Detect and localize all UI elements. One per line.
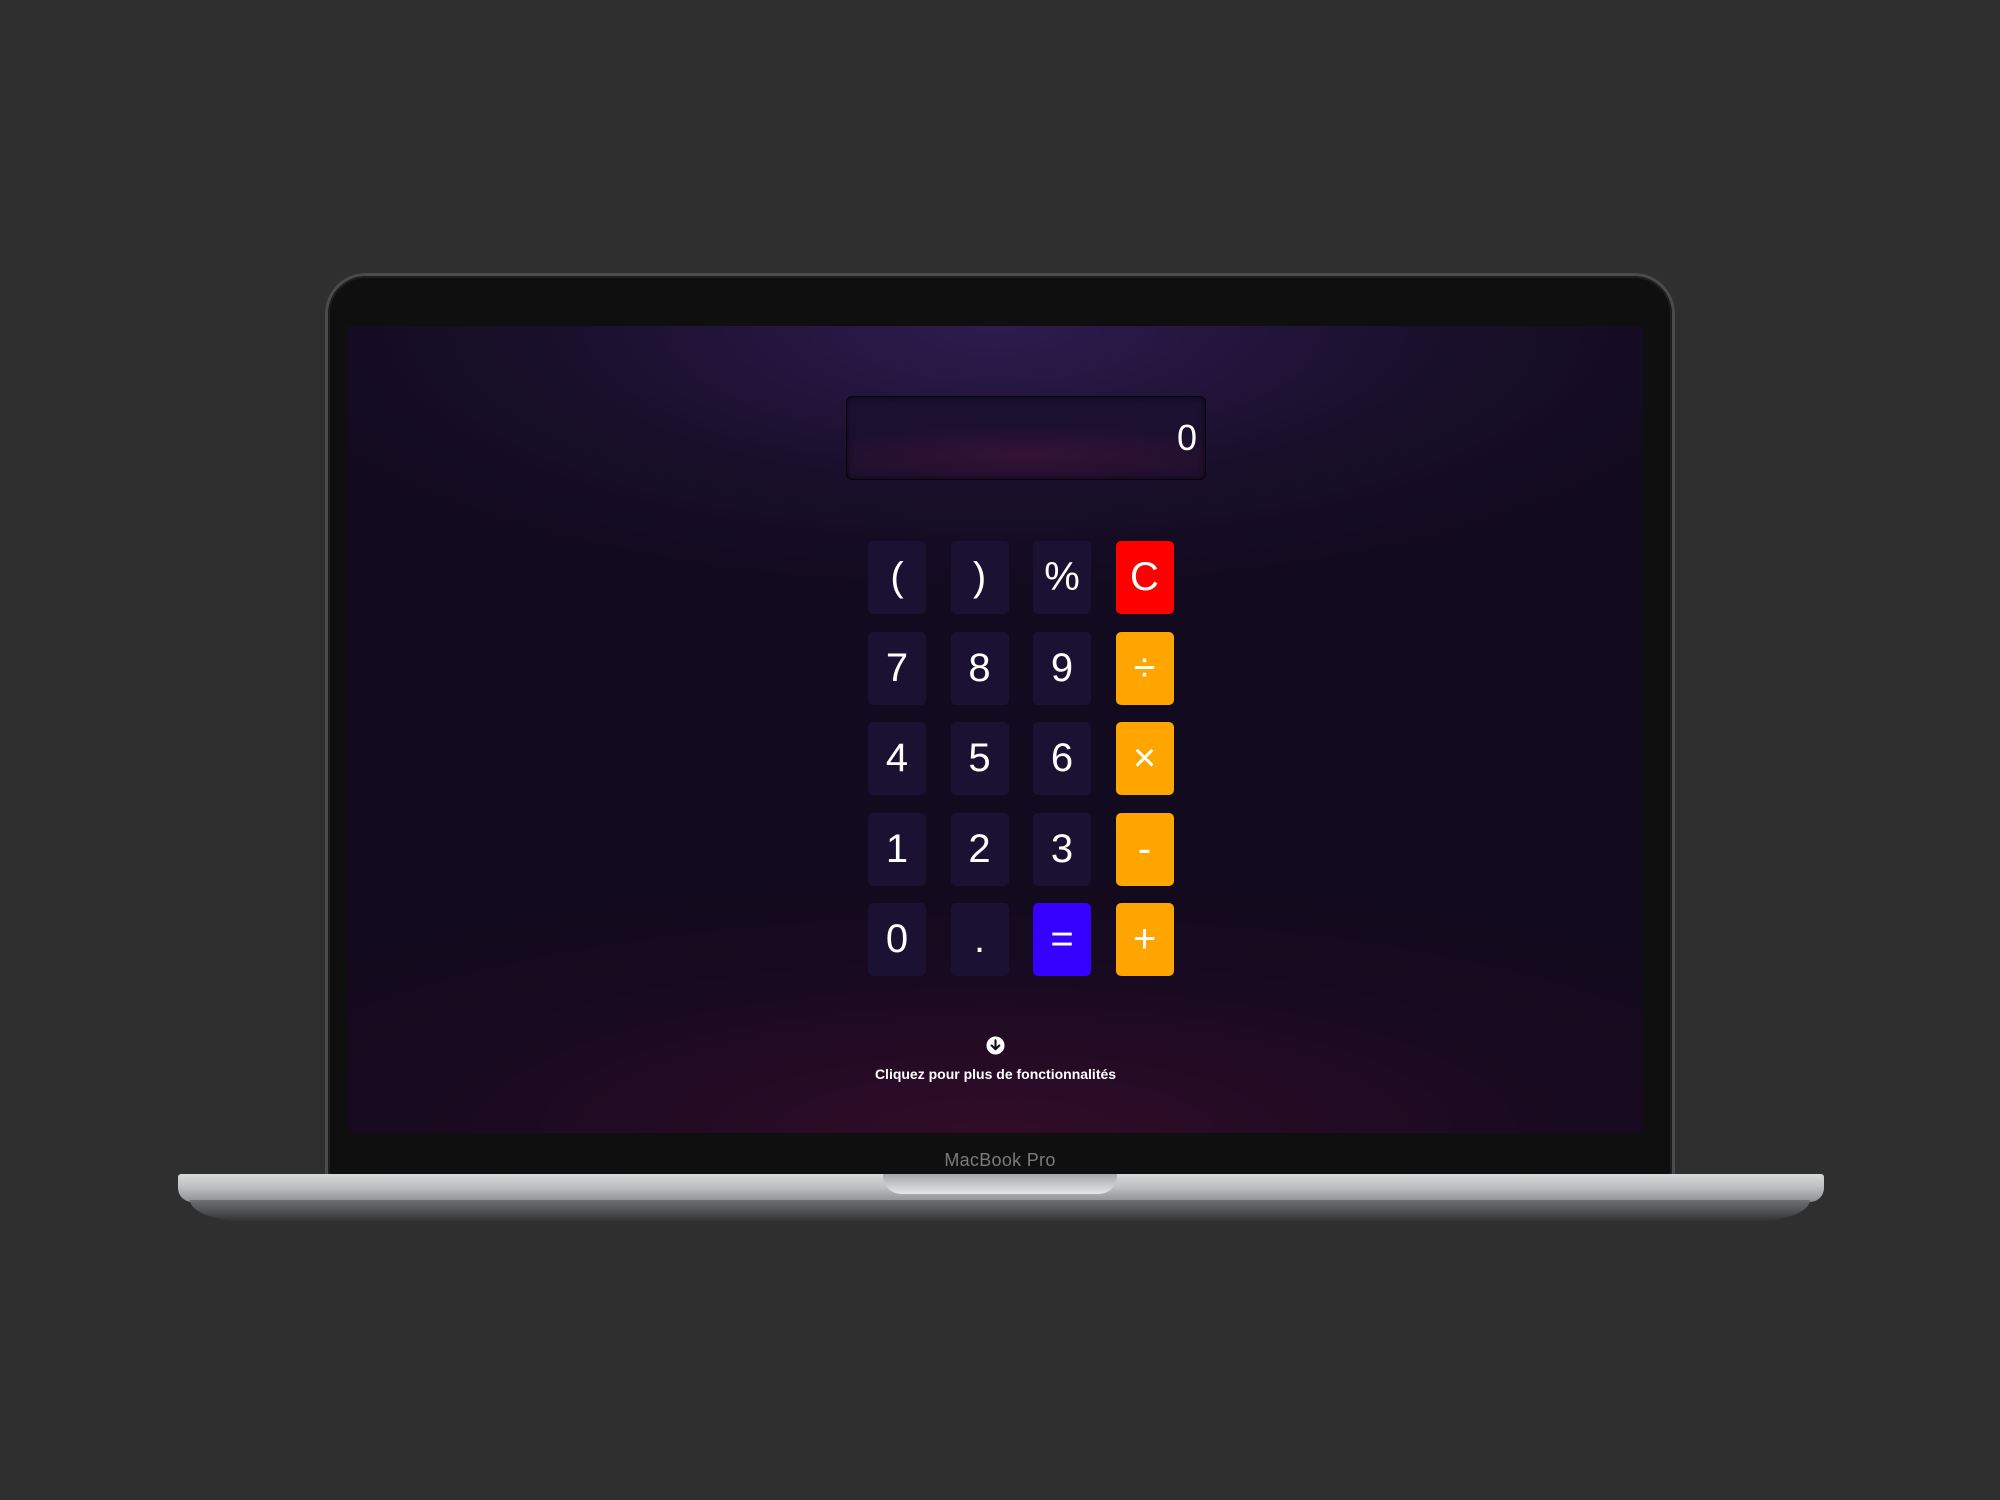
calculator-display: 0: [846, 396, 1206, 480]
key-subtract[interactable]: -: [1115, 812, 1174, 886]
key-5[interactable]: 5: [950, 722, 1009, 795]
more-features[interactable]: Cliquez pour plus de fonctionnalités: [348, 1036, 1643, 1082]
more-features-label[interactable]: Cliquez pour plus de fonctionnalités: [348, 1066, 1643, 1082]
laptop-open-notch: [883, 1174, 1117, 1194]
key-open-paren[interactable]: (: [868, 541, 926, 614]
keypad: ()% C 7 8 9 ÷ 4 5 6 × 1 2 3- 0. = +: [868, 541, 1174, 976]
key-equals[interactable]: =: [1033, 903, 1091, 976]
key-2[interactable]: 2: [950, 812, 1009, 886]
key-8[interactable]: 8: [950, 631, 1009, 705]
key-3[interactable]: 3: [1033, 812, 1091, 886]
key-multiply[interactable]: ×: [1115, 722, 1174, 795]
key-decimal[interactable]: .: [950, 903, 1009, 976]
key-9[interactable]: 9: [1033, 631, 1091, 705]
key-6[interactable]: 6: [1033, 722, 1091, 795]
key-divide[interactable]: ÷: [1115, 631, 1174, 705]
key-close-paren[interactable]: ): [950, 541, 1009, 614]
key-percent[interactable]: %: [1033, 541, 1091, 614]
key-clear[interactable]: C: [1115, 541, 1174, 614]
display-value: 0: [1176, 417, 1197, 458]
app-screen: 0 ()% C 7 8 9 ÷ 4 5 6 × 1 2 3- 0. = + Cliquez pour plus…: [348, 326, 1643, 1133]
key-4[interactable]: 4: [868, 722, 926, 795]
laptop-base-edge: [190, 1200, 1810, 1222]
mockup-stage: 0 ()% C 7 8 9 ÷ 4 5 6 × 1 2 3- 0. = + Cliquez pour plus…: [0, 0, 2000, 1500]
laptop-lid: 0 ()% C 7 8 9 ÷ 4 5 6 × 1 2 3- 0. = + Cliquez pour plus…: [328, 276, 1672, 1176]
key-add[interactable]: +: [1115, 903, 1174, 976]
device-brand-label: MacBook Pro: [944, 1150, 1056, 1170]
arrow-down-circle-icon[interactable]: [986, 1036, 1005, 1055]
key-1[interactable]: 1: [868, 812, 926, 886]
key-0[interactable]: 0: [868, 903, 926, 976]
key-7[interactable]: 7: [868, 631, 926, 705]
